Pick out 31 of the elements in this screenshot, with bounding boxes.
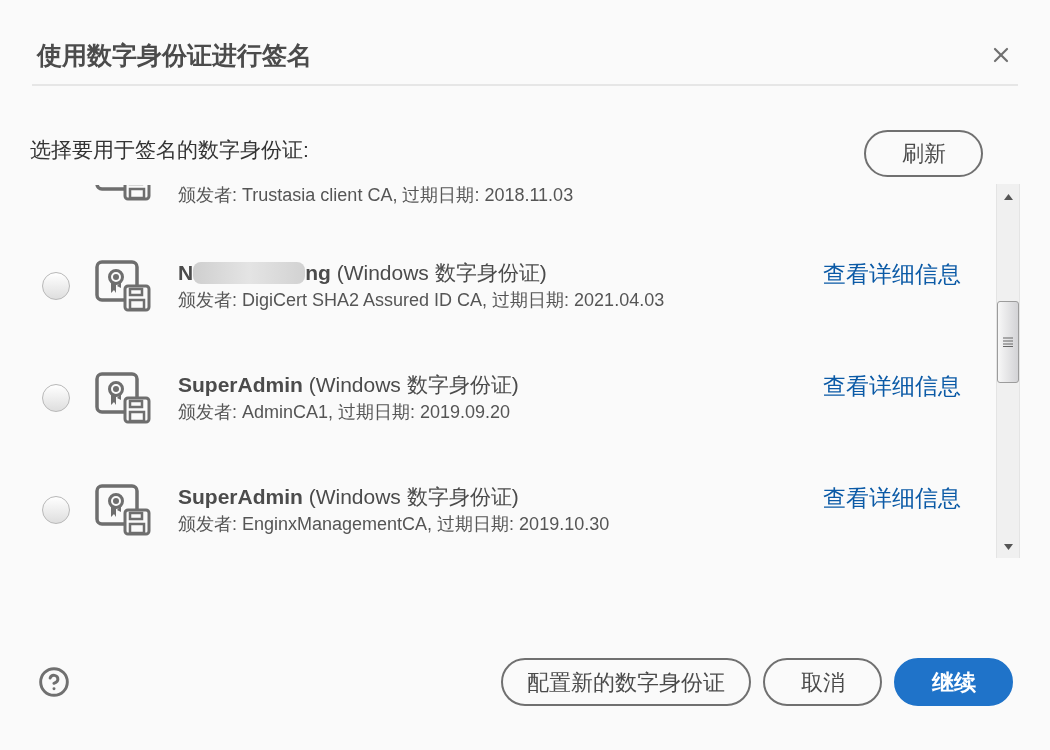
dialog-title: 使用数字身份证进行签名 [35,40,312,71]
certificate-name: N [178,260,194,286]
radio-button[interactable] [42,496,70,524]
continue-button[interactable]: 继续 [894,658,1013,706]
certificate-name: SuperAdmin (Windows 数字身份证) [178,484,519,510]
certificate-icon [95,372,151,424]
scroll-down-icon[interactable] [1003,544,1013,550]
help-button[interactable] [38,666,70,698]
view-details-link[interactable]: 查看详细信息 [823,259,961,289]
certificate-name: SuperAdmin (Windows 数字身份证) [178,372,519,398]
view-details-link[interactable]: 查看详细信息 [823,483,961,513]
certificate-issuer: 颁发者: DigiCert SHA2 Assured ID CA, 过期日期: 2021.04.03 [178,289,665,312]
refresh-button[interactable]: 刷新 [864,130,983,177]
certificate-issuer: 颁发者: Trustasia client CA, 过期日期: 2018.11.03 [178,184,574,206]
certificate-issuer: 颁发者: EnginxManagementCA, 过期日期: 2019.10.30 [178,513,610,536]
scrollbar-thumb[interactable] [997,301,1019,383]
scroll-up-icon[interactable] [1003,194,1013,200]
radio-button[interactable] [42,384,70,412]
certificate-icon [95,260,151,312]
prompt-text: 选择要用于签名的数字身份证: [30,136,309,163]
help-icon [38,666,70,698]
certificate-issuer: 颁发者: AdminCA1, 过期日期: 2019.09.20 [178,401,511,424]
scrollbar[interactable] [996,184,1020,558]
dialog-button[interactable]: 配置新的数字身份证 [501,658,751,706]
radio-button[interactable] [42,272,70,300]
view-details-link[interactable]: 查看详细信息 [823,371,961,401]
dialog-button[interactable]: 取消 [763,658,882,706]
certificate-name: ng (Windows 数字身份证) [305,260,547,286]
grip-icon [1003,337,1013,347]
certificate-icon [95,185,151,201]
certificate-icon [95,484,151,536]
